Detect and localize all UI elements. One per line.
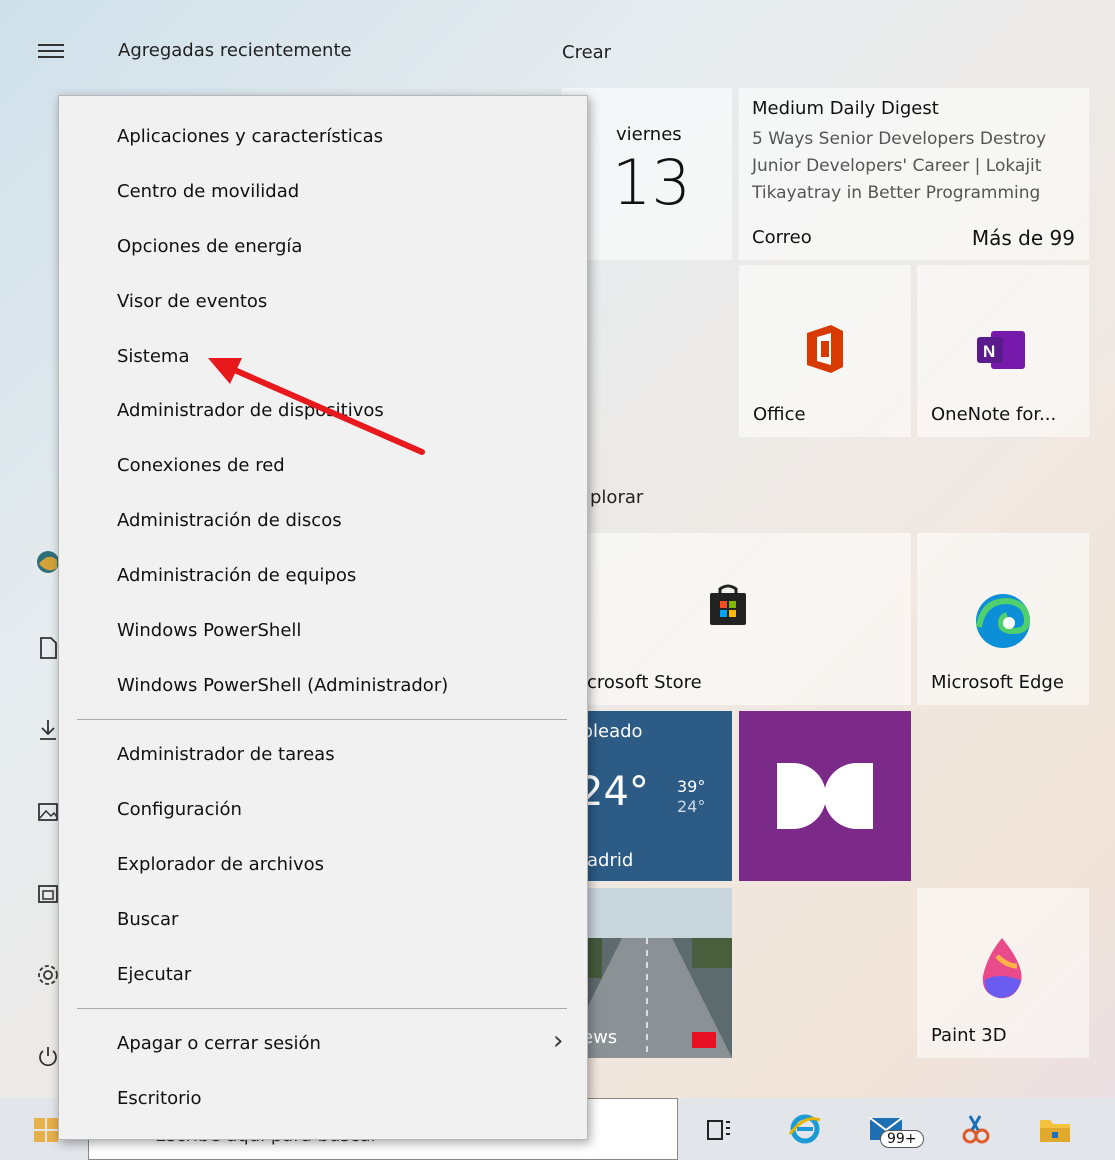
start-windows-icon[interactable] xyxy=(34,1118,58,1146)
weather-high: 39° xyxy=(677,777,706,796)
dolby-tile[interactable] xyxy=(739,711,911,881)
user-avatar-icon[interactable] xyxy=(36,550,60,574)
settings-gear-icon[interactable] xyxy=(36,963,60,987)
document-icon[interactable] xyxy=(36,636,60,660)
snipping-tool-icon[interactable] xyxy=(958,1112,992,1150)
task-view-icon[interactable] xyxy=(706,1118,732,1148)
menu-item-settings[interactable]: Configuración xyxy=(117,799,242,820)
weather-low: 24° xyxy=(677,797,706,816)
explore-group-header: plorar xyxy=(590,487,644,508)
edge-tile[interactable]: Microsoft Edge xyxy=(917,533,1089,705)
annotation-arrow xyxy=(208,358,425,455)
weather-temp: 24° xyxy=(578,769,649,815)
internet-explorer-icon[interactable] xyxy=(788,1112,822,1150)
mail-count-badge: Más de 99 xyxy=(971,226,1075,250)
chevron-right-icon: › xyxy=(553,1026,564,1056)
menu-item-computer-management[interactable]: Administración de equipos xyxy=(117,565,356,586)
recently-added-header: Agregadas recientemente xyxy=(118,40,352,61)
calendar-day-number: 13 xyxy=(612,146,691,219)
store-label: icrosoft Store xyxy=(582,672,702,693)
onenote-tile[interactable]: N OneNote for... xyxy=(917,265,1089,437)
create-group-header: Crear xyxy=(562,42,612,63)
hamburger-menu-icon[interactable] xyxy=(38,40,64,62)
dolby-logo-icon xyxy=(777,763,873,833)
edge-label: Microsoft Edge xyxy=(931,672,1064,693)
store-bag-icon xyxy=(708,583,748,631)
file-explorer-taskbar-icon[interactable] xyxy=(1038,1114,1072,1148)
menu-item-mobility-center[interactable]: Centro de movilidad xyxy=(117,181,299,202)
onenote-icon: N xyxy=(973,327,1029,377)
paint3d-icon xyxy=(977,936,1027,1006)
weather-condition: oleado xyxy=(582,721,643,742)
winx-context-menu: Aplicaciones y características Centro de… xyxy=(58,95,588,1140)
menu-item-powershell-admin[interactable]: Windows PowerShell (Administrador) xyxy=(117,675,448,696)
menu-item-power-options[interactable]: Opciones de energía xyxy=(117,236,302,257)
onenote-label: OneNote for... xyxy=(931,404,1057,425)
menu-item-disk-management[interactable]: Administración de discos xyxy=(117,510,342,531)
menu-item-system[interactable]: Sistema xyxy=(117,346,190,367)
mail-title: Medium Daily Digest xyxy=(752,98,939,119)
menu-separator xyxy=(77,719,567,720)
power-icon[interactable] xyxy=(36,1045,60,1069)
microsoft-store-tile[interactable]: icrosoft Store xyxy=(562,533,911,705)
news-badge-icon xyxy=(692,1032,716,1048)
mail-unread-badge: 99+ xyxy=(880,1130,924,1148)
mail-app-label: Correo xyxy=(752,227,812,248)
pictures-icon[interactable] xyxy=(36,800,60,824)
menu-item-apps-features[interactable]: Aplicaciones y características xyxy=(117,126,383,147)
menu-item-desktop[interactable]: Escritorio xyxy=(117,1088,202,1109)
office-label: Office xyxy=(753,404,806,425)
menu-item-run[interactable]: Ejecutar xyxy=(117,964,191,985)
mail-tile[interactable]: Medium Daily Digest 5 Ways Senior Develo… xyxy=(739,88,1089,260)
calendar-day-name: viernes xyxy=(616,124,682,145)
edge-icon xyxy=(973,591,1033,655)
menu-item-file-explorer[interactable]: Explorador de archivos xyxy=(117,854,324,875)
office-tile[interactable]: Office xyxy=(739,265,911,437)
menu-item-powershell[interactable]: Windows PowerShell xyxy=(117,620,301,641)
office-icon xyxy=(801,323,847,379)
svg-text:N: N xyxy=(983,342,995,361)
menu-item-task-manager[interactable]: Administrador de tareas xyxy=(117,744,335,765)
menu-item-shutdown-signout[interactable]: Apagar o cerrar sesión xyxy=(117,1033,321,1054)
download-icon[interactable] xyxy=(36,718,60,742)
file-explorer-icon[interactable] xyxy=(36,882,60,906)
menu-item-search[interactable]: Buscar xyxy=(117,909,178,930)
weather-city: ladrid xyxy=(582,850,634,871)
paint3d-tile[interactable]: Paint 3D xyxy=(917,888,1089,1058)
menu-item-event-viewer[interactable]: Visor de eventos xyxy=(117,291,267,312)
mail-preview: 5 Ways Senior Developers Destroy Junior … xyxy=(752,129,1047,203)
menu-separator xyxy=(77,1008,567,1009)
paint3d-label: Paint 3D xyxy=(931,1025,1007,1046)
